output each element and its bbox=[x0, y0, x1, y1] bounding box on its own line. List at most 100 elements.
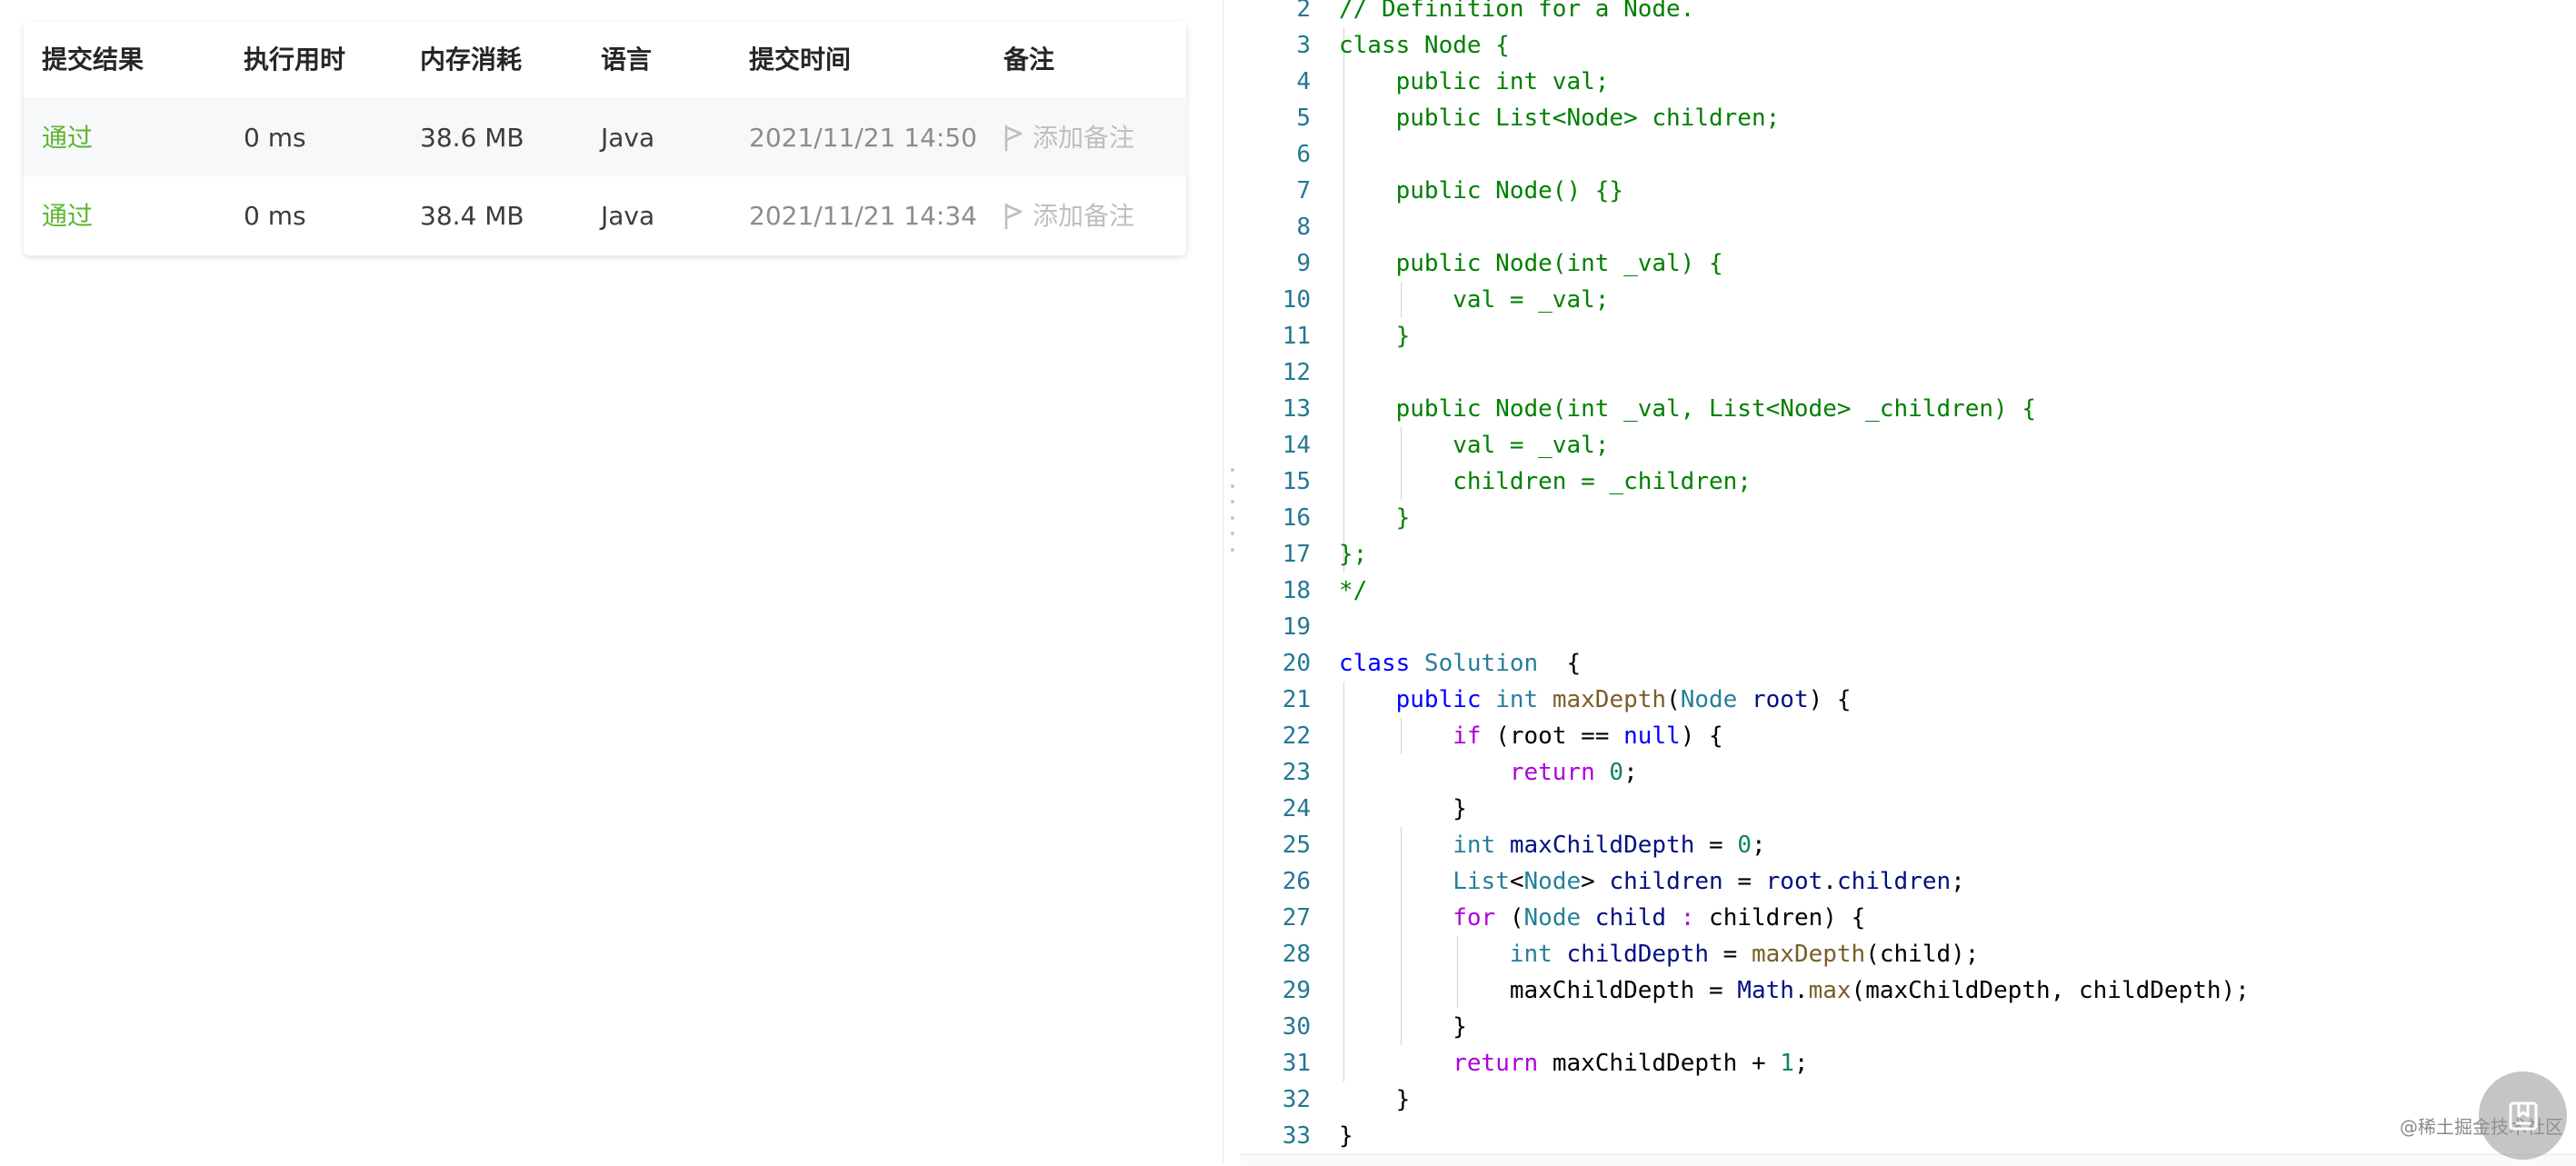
code-text: } bbox=[1339, 323, 1411, 350]
code-line[interactable]: 29 maxChildDepth = Math.max(maxChildDept… bbox=[1241, 972, 2576, 1009]
code-text: } bbox=[1339, 1086, 1411, 1113]
code-line[interactable]: 10 val = _val; bbox=[1241, 282, 2576, 318]
code-line[interactable]: 30 } bbox=[1241, 1009, 2576, 1045]
code-text: class Node { bbox=[1339, 32, 1510, 59]
table-row[interactable]: 通过 0 ms 38.6 MB Java 2021/11/21 14:50 添加… bbox=[24, 99, 1186, 176]
line-number: 12 bbox=[1282, 359, 1311, 386]
code-text: for (Node child : children) { bbox=[1453, 904, 1866, 932]
code-text: if (root == null) { bbox=[1453, 723, 1723, 750]
line-number: 20 bbox=[1282, 650, 1311, 677]
code-line[interactable]: 16 } bbox=[1241, 500, 2576, 536]
line-number: 3 bbox=[1296, 32, 1311, 59]
code-line[interactable]: 21 public int maxDepth(Node root) { bbox=[1241, 682, 2576, 718]
line-number: 32 bbox=[1282, 1086, 1311, 1113]
code-text: public int maxDepth(Node root) { bbox=[1395, 686, 1852, 713]
code-text: } bbox=[1339, 795, 1467, 822]
code-editor[interactable]: 2 // Definition for a Node. 3 class Node { 4… bbox=[1241, 0, 2576, 1154]
add-note-label: 添加备注 bbox=[1033, 201, 1135, 231]
code-line[interactable]: 8 bbox=[1241, 209, 2576, 245]
code-text: int maxChildDepth = 0; bbox=[1453, 832, 1766, 859]
code-line[interactable]: 28 int childDepth = maxDepth(child); bbox=[1241, 936, 2576, 972]
line-number: 18 bbox=[1282, 577, 1311, 604]
line-number: 4 bbox=[1296, 68, 1311, 95]
line-number: 21 bbox=[1282, 686, 1311, 713]
line-number: 33 bbox=[1282, 1122, 1311, 1150]
code-line[interactable]: 31 return maxChildDepth + 1; bbox=[1241, 1045, 2576, 1081]
code-line[interactable]: 32 } bbox=[1241, 1081, 2576, 1118]
table-row[interactable]: 通过 0 ms 38.4 MB Java 2021/11/21 14:34 添加… bbox=[24, 177, 1186, 254]
code-line[interactable]: 17}; bbox=[1241, 536, 2576, 573]
code-text: class Solution { bbox=[1339, 650, 1582, 677]
code-line[interactable]: 12 bbox=[1241, 354, 2576, 391]
header-submit-time: 提交时间 bbox=[749, 45, 852, 75]
submit-time-value: 2021/11/21 14:34 bbox=[749, 201, 977, 231]
line-number: 17 bbox=[1282, 541, 1311, 568]
code-text: val = _val; bbox=[1339, 286, 1610, 314]
editor-footer bbox=[1241, 1154, 2576, 1166]
code-line[interactable]: 25 int maxChildDepth = 0; bbox=[1241, 827, 2576, 863]
code-text: // Definition for a Node. bbox=[1339, 0, 1695, 23]
submissions-table: 提交结果 执行用时 内存消耗 语言 提交时间 备注 通过 0 ms 38.6 M… bbox=[24, 22, 1186, 255]
add-note-label: 添加备注 bbox=[1033, 123, 1135, 153]
code-line[interactable]: 22 if (root == null) { bbox=[1241, 718, 2576, 754]
line-number: 9 bbox=[1296, 250, 1311, 277]
code-line[interactable]: 14 val = _val; bbox=[1241, 427, 2576, 463]
line-number: 26 bbox=[1282, 868, 1311, 895]
code-line[interactable]: 24 } bbox=[1241, 791, 2576, 827]
code-line[interactable]: 18 */ bbox=[1241, 573, 2576, 609]
line-number: 10 bbox=[1282, 286, 1311, 314]
line-number: 28 bbox=[1282, 941, 1311, 968]
line-number: 23 bbox=[1282, 759, 1311, 786]
code-line[interactable]: 11 } bbox=[1241, 318, 2576, 354]
code-text: }; bbox=[1339, 541, 1368, 568]
juejin-logo-icon bbox=[2479, 1071, 2567, 1160]
language-value: Java bbox=[601, 123, 655, 153]
line-number: 31 bbox=[1282, 1050, 1311, 1077]
header-language: 语言 bbox=[601, 45, 653, 75]
code-line[interactable]: 9 public Node(int _val) { bbox=[1241, 245, 2576, 282]
code-line[interactable]: 19 bbox=[1241, 609, 2576, 645]
submit-time-value: 2021/11/21 14:50 bbox=[749, 123, 977, 153]
runtime-value: 0 ms bbox=[244, 123, 306, 153]
line-number: 8 bbox=[1296, 214, 1311, 241]
code-text: children = _children; bbox=[1339, 468, 1752, 495]
code-text: List<Node> children = root.children; bbox=[1453, 868, 1965, 895]
code-line[interactable]: 6 bbox=[1241, 136, 2576, 173]
code-text: public int val; bbox=[1339, 68, 1610, 95]
code-line[interactable]: 4 public int val; bbox=[1241, 64, 2576, 100]
code-line[interactable]: 27 for (Node child : children) { bbox=[1241, 900, 2576, 936]
header-runtime: 执行用时 bbox=[244, 45, 346, 75]
code-line[interactable]: 3 class Node { bbox=[1241, 27, 2576, 64]
code-text: return 0; bbox=[1509, 759, 1638, 786]
flag-icon bbox=[1004, 125, 1023, 151]
line-number: 7 bbox=[1296, 177, 1311, 204]
code-line[interactable]: 23 return 0; bbox=[1241, 754, 2576, 791]
runtime-value: 0 ms bbox=[244, 201, 306, 231]
code-text: public Node(int _val) { bbox=[1339, 250, 1723, 277]
add-note-button[interactable]: 添加备注 bbox=[1003, 99, 1134, 176]
line-number: 14 bbox=[1282, 432, 1311, 459]
line-number: 29 bbox=[1282, 977, 1311, 1004]
status-link[interactable]: 通过 bbox=[42, 177, 93, 254]
code-line[interactable]: 2 // Definition for a Node. bbox=[1241, 0, 2576, 27]
line-number: 22 bbox=[1282, 723, 1311, 750]
submissions-panel: 提交结果 执行用时 内存消耗 语言 提交时间 备注 通过 0 ms 38.6 M… bbox=[0, 0, 1223, 1165]
code-line[interactable]: 20 class Solution { bbox=[1241, 645, 2576, 682]
code-text: } bbox=[1339, 1013, 1467, 1041]
line-number: 11 bbox=[1282, 323, 1311, 350]
add-note-button[interactable]: 添加备注 bbox=[1003, 177, 1134, 254]
memory-value: 38.6 MB bbox=[420, 123, 524, 153]
status-link[interactable]: 通过 bbox=[42, 99, 93, 176]
line-number: 24 bbox=[1282, 795, 1311, 822]
code-line[interactable]: 7 public Node() {} bbox=[1241, 173, 2576, 209]
line-number: 13 bbox=[1282, 395, 1311, 423]
resize-handle[interactable] bbox=[1230, 468, 1235, 552]
code-line[interactable]: 5 public List<Node> children; bbox=[1241, 100, 2576, 136]
code-line[interactable]: 26 List<Node> children = root.children; bbox=[1241, 863, 2576, 900]
line-number: 19 bbox=[1282, 613, 1311, 641]
code-line[interactable]: 15 children = _children; bbox=[1241, 463, 2576, 500]
memory-value: 38.4 MB bbox=[420, 201, 524, 231]
code-text: maxChildDepth = Math.max(maxChildDepth, … bbox=[1339, 977, 2250, 1004]
code-line[interactable]: 13 public Node(int _val, List<Node> _chi… bbox=[1241, 391, 2576, 427]
code-line[interactable]: 33} bbox=[1241, 1118, 2576, 1154]
